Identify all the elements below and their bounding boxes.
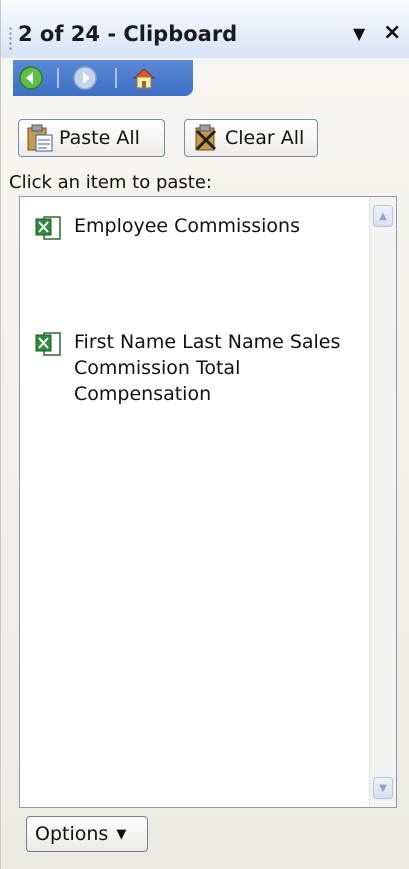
clipboard-task-pane: 2 of 24 - Clipboard ▼ × Paste All Clear … <box>0 0 409 869</box>
options-label: Options <box>35 823 109 845</box>
clipboard-item[interactable]: Employee Commissions <box>34 213 364 243</box>
excel-icon <box>35 332 61 356</box>
clipboard-item-text: Employee Commissions <box>74 215 300 237</box>
title-bar: 2 of 24 - Clipboard ▼ × <box>1 0 409 58</box>
drag-grip[interactable] <box>9 26 12 50</box>
pane-title: 2 of 24 - Clipboard <box>18 22 238 46</box>
scroll-up-button[interactable]: ▲ <box>373 205 393 227</box>
vertical-scrollbar[interactable]: ▲ ▼ <box>369 197 396 807</box>
back-arrow-icon[interactable] <box>17 64 45 92</box>
nav-toolbar <box>13 60 193 96</box>
paste-all-icon <box>27 124 53 152</box>
chevron-down-icon: ▼ <box>116 826 127 842</box>
clear-all-icon <box>195 124 217 151</box>
clipboard-item[interactable]: First Name Last Name Sales Commission To… <box>34 329 364 407</box>
close-button[interactable]: × <box>383 20 401 45</box>
paste-hint: Click an item to paste: <box>9 172 212 193</box>
clipboard-items-list: Employee Commissions First Name Last Nam… <box>19 196 397 808</box>
excel-icon <box>35 216 61 240</box>
clipboard-item-text: First Name Last Name Sales Commission To… <box>74 331 341 405</box>
paste-all-label: Paste All <box>59 127 140 149</box>
home-icon[interactable] <box>130 64 158 92</box>
paste-all-button[interactable]: Paste All <box>18 119 165 157</box>
forward-arrow-icon[interactable] <box>71 64 99 92</box>
clear-all-label: Clear All <box>225 127 305 149</box>
pane-menu-dropdown[interactable]: ▼ <box>353 24 365 43</box>
nav-separator <box>57 68 59 88</box>
clear-all-button[interactable]: Clear All <box>184 119 318 157</box>
scroll-down-button[interactable]: ▼ <box>373 777 393 799</box>
nav-separator <box>115 68 117 88</box>
options-button[interactable]: Options ▼ <box>26 816 148 852</box>
